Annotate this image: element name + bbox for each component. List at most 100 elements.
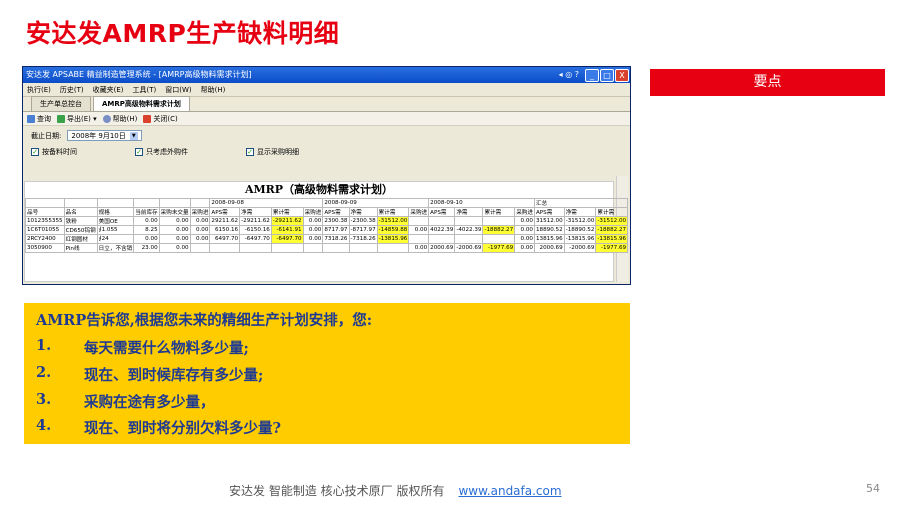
- report-header-cell: [25, 198, 65, 208]
- item-number: 4.: [36, 417, 52, 434]
- cell-value: 0.00: [514, 225, 535, 235]
- cell-value: -13815.96: [595, 234, 629, 244]
- amrp-report: AMRP（高级物料需求计划） 2008-09-08 2008-09-09 2008-…: [24, 181, 629, 282]
- summary-item: 4. 现在、到时将分别欠料多少量?: [36, 417, 281, 438]
- slide-title: 安达发AMRP生产缺料明细: [26, 19, 340, 48]
- item-text: 现在、到时候库存有多少量;: [84, 367, 264, 384]
- table-row[interactable]: 1C6T01055 CD650钨钢 ∮1.055 8.25 0.00 0.00 6150.1…: [25, 225, 629, 235]
- table-row[interactable]: 2RCY2400 红钢圆材 ∮24 0.00 0.00 0.00 6497.70 -6497.…: [25, 234, 629, 244]
- cell-value: 2000.69: [533, 243, 565, 253]
- cell-stock: 0.00: [133, 216, 160, 226]
- cell-value: 2000.69: [428, 243, 456, 253]
- chevron-down-icon[interactable]: ▼: [129, 131, 138, 140]
- summary-box: AMRP告诉您,根据您未来的精细生产计划安排，您: 1. 每天需要什么物料多少量;…: [24, 303, 630, 444]
- report-column-header: 采购未交量: [158, 207, 191, 217]
- cell-value: 6150.16: [209, 225, 241, 235]
- report-column-header: 采购进: [408, 207, 430, 217]
- date-value: 2008年 9月10日: [71, 131, 126, 140]
- key-points-label: 要点: [650, 69, 885, 96]
- menu-execute[interactable]: 执行(E): [27, 85, 51, 95]
- report-column-header: 规格: [96, 207, 135, 217]
- close-tab-button[interactable]: 关闭(C): [143, 114, 178, 124]
- checkbox-prep-time[interactable]: ✓ 按备料时间: [31, 147, 77, 157]
- report-column-header: APS需: [209, 207, 241, 217]
- summary-lead: AMRP告诉您,根据您未来的精细生产计划安排，您:: [36, 312, 373, 329]
- table-row[interactable]: 1012355355 铁粉 美国OE 0.00 0.00 0.00 29211.62 -292…: [25, 216, 629, 226]
- cell-code: 3050900: [25, 243, 65, 253]
- cell-value: -31512.00: [595, 216, 629, 226]
- cell-open-po: 0.00: [158, 234, 191, 244]
- cell-value: [270, 243, 304, 253]
- cell-name: Pin线: [63, 243, 98, 253]
- export-button[interactable]: 导出(E) ▾: [57, 114, 97, 124]
- report-column-header: 净需: [348, 207, 378, 217]
- report-header-cell: [133, 198, 160, 208]
- help-button[interactable]: 帮助(H): [102, 114, 137, 124]
- footer-text: 安达发 智能制造 核心技术原厂 版权所有: [229, 484, 445, 498]
- query-button[interactable]: 查询: [27, 114, 51, 124]
- tab-production-console[interactable]: 生产单总控台: [31, 96, 91, 111]
- cell-name: 红钢圆材: [63, 234, 98, 244]
- cell-spec: 美国OE: [96, 216, 135, 226]
- report-column-header-row: 品号 品名 规格 当前库存 采购未交量 采购进 APS需 净需 累计需 采购进 APS需 净需 累计需采…: [25, 207, 629, 217]
- cell-value: [239, 243, 272, 253]
- footer-link[interactable]: www.andafa.com: [458, 484, 561, 498]
- cell-value: [302, 243, 324, 253]
- cell-value: [322, 243, 350, 253]
- close-button[interactable]: X: [615, 68, 629, 82]
- cell-value: [189, 243, 211, 253]
- toolbar: 查询 导出(E) ▾ 帮助(H) 关闭(C): [23, 112, 630, 126]
- titlebar-extra-icons[interactable]: ◂ ◎ ?: [559, 67, 579, 83]
- cell-code: 2RCY2400: [25, 234, 65, 244]
- cell-value: [482, 216, 516, 226]
- maximize-button[interactable]: □: [600, 68, 614, 82]
- menu-window[interactable]: 窗口(W): [165, 85, 191, 95]
- item-text: 每天需要什么物料多少量;: [84, 340, 249, 357]
- cell-value: [408, 216, 430, 226]
- page-number: 54: [866, 482, 880, 495]
- checkbox-outsourced-only[interactable]: ✓ 只考虑外购件: [135, 147, 188, 157]
- cell-value: 0.00: [189, 216, 211, 226]
- cell-value: 13815.96: [533, 234, 565, 244]
- cell-value: 0.00: [514, 216, 535, 226]
- window-titlebar: 安达发 APSABE 精益制造管理系统 - [AMRP高级物料需求计划] ◂ ◎…: [23, 67, 630, 83]
- minimize-button[interactable]: _: [585, 68, 599, 82]
- report-column-header: 品号: [25, 207, 65, 217]
- report-header-cell: [63, 198, 98, 208]
- checkbox-prep-time-label: 按备料时间: [42, 148, 77, 156]
- cell-value: -2000.69: [563, 243, 597, 253]
- menu-help[interactable]: 帮助(H): [201, 85, 226, 95]
- report-column-header: 累计需: [376, 207, 410, 217]
- report-column-header: 累计需: [482, 207, 516, 217]
- query-label: 查询: [37, 114, 51, 123]
- cell-value: -6150.16: [239, 225, 272, 235]
- menu-tools[interactable]: 工具(T): [133, 85, 157, 95]
- cell-stock: 23.00: [133, 243, 160, 253]
- item-number: 2.: [36, 364, 52, 381]
- cell-value: -18890.52: [563, 225, 597, 235]
- cell-value: -1977.69: [595, 243, 629, 253]
- tab-amrp[interactable]: AMRP高级物料需求计划: [93, 96, 190, 111]
- cell-value: -7318.26: [348, 234, 378, 244]
- date-picker[interactable]: 2008年 9月10日 ▼: [67, 130, 142, 141]
- cell-value: [428, 234, 456, 244]
- table-row[interactable]: 3050900 Pin线 日立，不含销 23.00 0.00 0.00 2000.69 -20…: [25, 243, 629, 253]
- cell-value: -14859.88: [376, 225, 410, 235]
- cell-value: 18890.52: [533, 225, 565, 235]
- menu-favorites[interactable]: 收藏夹(E): [93, 85, 124, 95]
- cell-value: -2300.38: [348, 216, 378, 226]
- cell-value: 6497.70: [209, 234, 241, 244]
- help-icon: [102, 114, 111, 123]
- report-column-header: 累计需: [595, 207, 629, 217]
- cell-value: -1977.69: [482, 243, 516, 253]
- check-icon: ✓: [246, 148, 254, 156]
- menu-history[interactable]: 历史(T): [60, 85, 84, 95]
- cell-value: 29211.62: [209, 216, 241, 226]
- cell-value: 2300.38: [322, 216, 350, 226]
- report-column-header: APS需: [533, 207, 565, 217]
- checkbox-show-purchase[interactable]: ✓ 显示采购明细: [246, 147, 299, 157]
- cell-value: 0.00: [189, 234, 211, 244]
- cell-value: [428, 216, 456, 226]
- checkbox-show-purchase-label: 显示采购明细: [257, 148, 299, 156]
- export-icon: [57, 114, 65, 123]
